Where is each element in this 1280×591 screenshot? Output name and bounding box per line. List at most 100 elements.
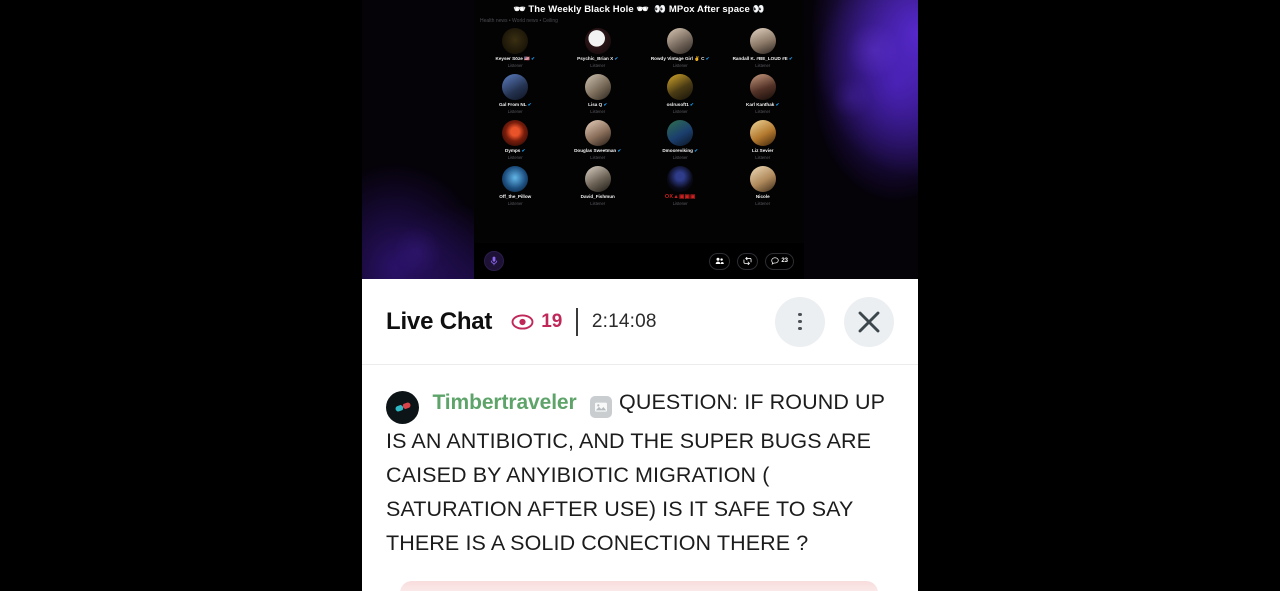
participant-cell[interactable]: Randall K. #BE_LOUD #E ✔ Listener — [722, 28, 805, 74]
participant-name: Karl Kanthak ✔ — [746, 102, 780, 107]
space-title: 🕶 The Weekly Black Hole 🕶 👀 MPox After s… — [474, 4, 804, 16]
participant-role: Listener — [755, 62, 771, 68]
people-icon — [716, 257, 725, 264]
verified-badge-icon: ✔ — [529, 56, 535, 61]
comment-count: 23 — [781, 258, 788, 264]
participant-cell[interactable]: OX▲▣▣▣ Listener — [639, 166, 722, 212]
participant-grid: Keyser Söze 🇺🇸 ✔ Listener Psychic_Brian X … — [474, 28, 804, 243]
participant-role: Listener — [590, 200, 606, 206]
people-button[interactable] — [709, 252, 731, 270]
verified-badge-icon: ✔ — [693, 148, 699, 153]
participant-cell[interactable]: Dmooreviking ✔ Listener — [639, 120, 722, 166]
participant-cell[interactable]: David_Fishmun Listener — [557, 166, 640, 212]
participant-avatar — [749, 166, 776, 192]
participant-name: Gal From NL ✔ — [498, 102, 532, 107]
verified-badge-icon: ✔ — [774, 102, 780, 107]
comment-button[interactable]: 23 — [765, 252, 794, 270]
verified-badge-icon: ✔ — [616, 148, 622, 153]
share-retweet-icon — [743, 257, 752, 265]
more-vertical-icon — [798, 312, 802, 331]
participant-name: OX▲▣▣▣ — [664, 194, 696, 200]
participant-avatar — [584, 120, 611, 146]
participant-cell[interactable]: Liz Sevier Listener — [722, 120, 805, 166]
space-header: 🕶 The Weekly Black Hole 🕶 👀 MPox After s… — [474, 0, 804, 25]
participant-name: Rowdy Vintage Girl ✌ C ✔ — [650, 56, 710, 61]
participant-avatar — [584, 166, 611, 192]
letterbox-right — [918, 0, 1280, 591]
more-options-button[interactable] — [775, 296, 825, 347]
verified-badge-icon: ✔ — [526, 102, 532, 107]
participant-name: Psychic_Brian X ✔ — [577, 56, 619, 61]
space-card: 🕶 The Weekly Black Hole 🕶 👀 MPox After s… — [474, 0, 804, 279]
chat-message-text: QUESTION: IF ROUND UP IS AN ANTIBIOTIC, … — [386, 390, 885, 555]
participant-name: Randall K. #BE_LOUD #E ✔ — [732, 56, 793, 61]
participant-role: Listener — [590, 108, 606, 114]
participant-name: Douglas Sweetman ✔ — [574, 148, 622, 153]
participant-avatar — [749, 74, 776, 100]
participant-role: Listener — [590, 62, 606, 68]
participant-cell[interactable]: Nicole Listener — [722, 166, 805, 212]
verified-badge-icon: ✔ — [688, 102, 694, 107]
screen-root: 🕶 The Weekly Black Hole 🕶 👀 MPox After s… — [0, 0, 1280, 591]
participant-cell[interactable]: Psychic_Brian X ✔ Listener — [557, 28, 640, 74]
participant-role: Listener — [507, 108, 523, 114]
participant-cell[interactable]: Lisa Q ✔ Listener — [557, 74, 640, 120]
eye-icon — [511, 313, 534, 330]
space-toolbar: 23 — [474, 243, 804, 279]
eyes-icon-right: 👀 — [752, 4, 765, 15]
image-badge-glyph — [595, 402, 608, 412]
participant-role: Listener — [755, 154, 771, 160]
participant-name: Lisa Q ✔ — [588, 102, 608, 107]
chat-username[interactable]: Timbertraveler — [432, 391, 576, 414]
participant-name: Liz Sevier — [752, 148, 774, 153]
participant-cell[interactable]: Rowdy Vintage Girl ✌ C ✔ Listener — [639, 28, 722, 74]
participant-role: Listener — [755, 200, 771, 206]
viewer-count: 19 — [541, 310, 563, 332]
participant-avatar — [502, 120, 529, 146]
space-toolbar-actions: 23 — [709, 252, 794, 270]
participant-role: Listener — [672, 62, 688, 68]
microphone-button[interactable] — [484, 251, 504, 271]
participant-cell[interactable]: Douglas Sweetman ✔ Listener — [557, 120, 640, 166]
pill-capsule-icon — [394, 401, 411, 413]
avatar — [386, 390, 419, 424]
participant-cell[interactable]: Dymps ✔ Listener — [474, 120, 557, 166]
participant-row: Gal From NL ✔ Listener Lisa Q ✔ Listener osl… — [474, 74, 804, 120]
participant-cell[interactable]: Karl Kanthak ✔ Listener — [722, 74, 805, 120]
share-button[interactable] — [737, 252, 759, 270]
verified-badge-icon: ✔ — [520, 148, 526, 153]
verified-badge-icon: ✔ — [613, 56, 619, 61]
participant-role: Listener — [507, 154, 523, 160]
image-badge-icon — [590, 396, 613, 418]
verified-badge-icon: ✔ — [602, 102, 608, 107]
participant-cell[interactable]: oslrusoft1 ✔ Listener — [639, 74, 722, 120]
live-chat-title: Live Chat — [386, 307, 493, 335]
microphone-icon — [490, 256, 498, 266]
close-icon — [858, 311, 880, 332]
participant-avatar — [749, 120, 776, 146]
participant-row: Off_the_Pillow Listener David_Fishmun Liste… — [474, 166, 804, 212]
participant-avatar — [584, 74, 611, 100]
participant-name: Keyser Söze 🇺🇸 ✔ — [495, 56, 535, 61]
space-title-second: MPox After space — [668, 4, 750, 15]
verified-badge-icon: ✔ — [787, 56, 793, 61]
participant-name: oslrusoft1 ✔ — [666, 102, 694, 107]
chat-message-list: Timbertraveler QUESTION: IF ROUND UP IS … — [362, 365, 918, 591]
participant-row: Dymps ✔ Listener Douglas Sweetman ✔ Listene… — [474, 120, 804, 166]
next-message-peek — [400, 581, 878, 591]
participant-role: Listener — [507, 200, 523, 206]
participant-cell[interactable]: Keyser Söze 🇺🇸 ✔ Listener — [474, 28, 557, 74]
space-title-main: The Weekly Black Hole — [528, 4, 634, 15]
participant-cell[interactable]: Off_the_Pillow Listener — [474, 166, 557, 212]
participant-name: Dymps ✔ — [505, 148, 526, 153]
participant-role: Listener — [755, 108, 771, 114]
participant-role: Listener — [507, 62, 523, 68]
close-chat-button[interactable] — [844, 296, 894, 347]
participant-role: Listener — [672, 200, 688, 206]
participant-cell[interactable]: Gal From NL ✔ Listener — [474, 74, 557, 120]
chat-message: Timbertraveler QUESTION: IF ROUND UP IS … — [386, 385, 894, 560]
participant-name: Nicole — [755, 194, 770, 199]
participant-name: David_Fishmun — [580, 194, 615, 199]
participant-avatar — [667, 74, 694, 100]
participant-role: Listener — [672, 154, 688, 160]
